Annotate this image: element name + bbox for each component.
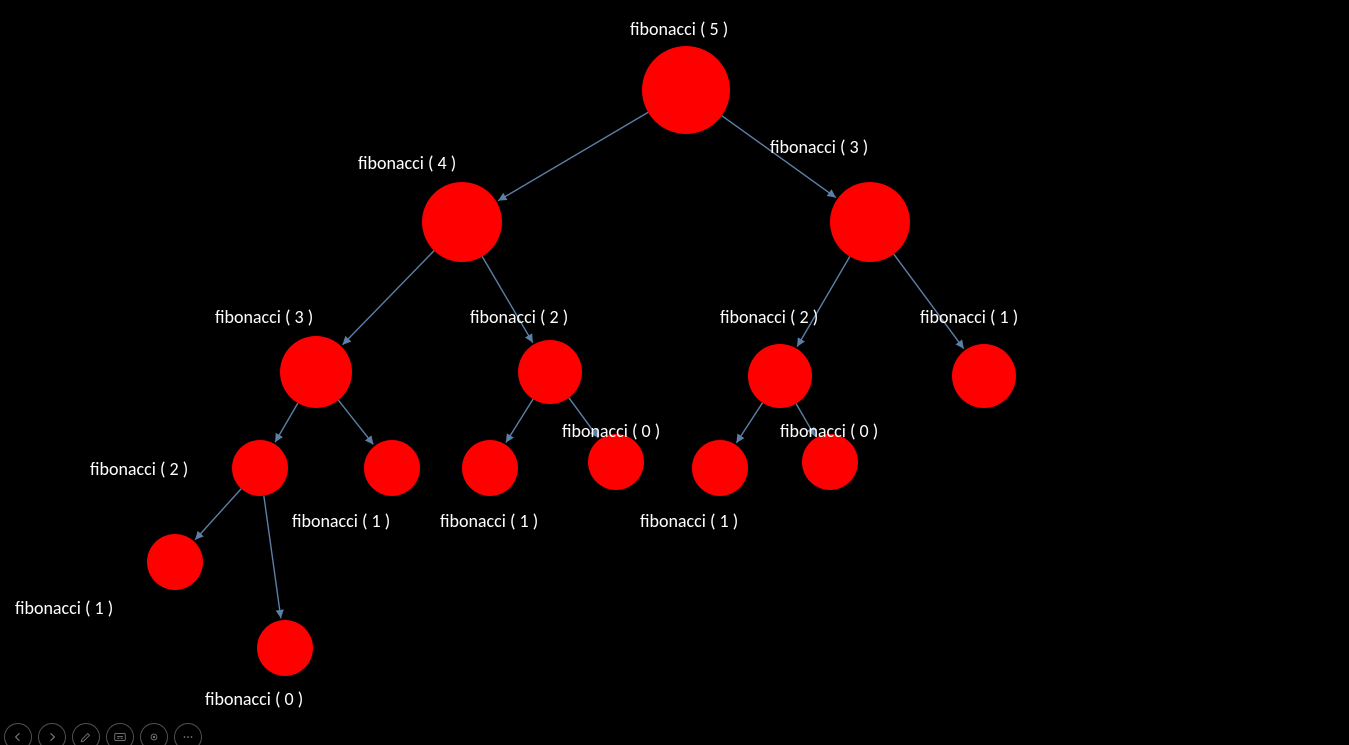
- tree-node-label: fibonacci ( 3 ): [215, 306, 313, 328]
- tree-node-label: fibonacci ( 5 ): [630, 18, 728, 40]
- tree-node-label: fibonacci ( 0 ): [562, 420, 660, 442]
- tree-edge: [195, 489, 241, 540]
- tree-node: [802, 434, 858, 490]
- tree-edge: [343, 251, 435, 345]
- tree-node-label: fibonacci ( 2 ): [90, 458, 188, 480]
- tree-edge: [736, 403, 762, 443]
- tree-node: [952, 344, 1016, 408]
- tree-node-label: fibonacci ( 0 ): [205, 688, 303, 710]
- more-icon: [181, 730, 195, 744]
- tree-node: [462, 440, 518, 496]
- tree-node-label: fibonacci ( 1 ): [640, 510, 738, 532]
- tree-node: [692, 440, 748, 496]
- tree-node: [232, 440, 288, 496]
- tree-node-label: fibonacci ( 1 ): [920, 306, 1018, 328]
- cc-icon: [113, 730, 127, 744]
- tree-node-label: fibonacci ( 1 ): [440, 510, 538, 532]
- tree-node: [257, 620, 313, 676]
- tree-edge: [797, 257, 850, 347]
- more-button[interactable]: [174, 723, 202, 745]
- tree-edge: [498, 112, 648, 200]
- tree-node: [642, 46, 730, 134]
- tree-node-label: fibonacci ( 4 ): [358, 152, 456, 174]
- tree-edge: [506, 399, 533, 442]
- tree-node: [364, 440, 420, 496]
- tree-node-label: fibonacci ( 2 ): [470, 306, 568, 328]
- presenter-toolbar: [4, 715, 202, 743]
- record-button[interactable]: [140, 723, 168, 745]
- tree-edge: [894, 254, 964, 349]
- tree-node-label: fibonacci ( 3 ): [770, 136, 868, 158]
- tree-node: [748, 344, 812, 408]
- tree-node: [422, 182, 502, 262]
- tree-node: [830, 182, 910, 262]
- record-icon: [147, 730, 161, 744]
- tree-node: [147, 534, 203, 590]
- next-button[interactable]: [38, 723, 66, 745]
- tree-node-label: fibonacci ( 0 ): [780, 420, 878, 442]
- tree-edge: [482, 257, 533, 343]
- tree-node: [518, 340, 582, 404]
- tree-edge: [275, 403, 298, 442]
- tree-node-label: fibonacci ( 2 ): [720, 306, 818, 328]
- tree-node: [280, 336, 352, 408]
- tree-node-label: fibonacci ( 1 ): [292, 510, 390, 532]
- pen-icon: [79, 730, 93, 744]
- subtitles-button[interactable]: [106, 723, 134, 745]
- tree-edge: [264, 496, 281, 619]
- tree-node: [588, 434, 644, 490]
- pen-button[interactable]: [72, 723, 100, 745]
- diagram-canvas: fibonacci ( 5 ) fibonacci ( 4 ) fibonacci …: [0, 0, 1349, 745]
- arrow-left-icon: [11, 730, 25, 744]
- tree-node-label: fibonacci ( 1 ): [15, 597, 113, 619]
- prev-button[interactable]: [4, 723, 32, 745]
- arrow-right-icon: [45, 730, 59, 744]
- tree-edge: [338, 400, 373, 444]
